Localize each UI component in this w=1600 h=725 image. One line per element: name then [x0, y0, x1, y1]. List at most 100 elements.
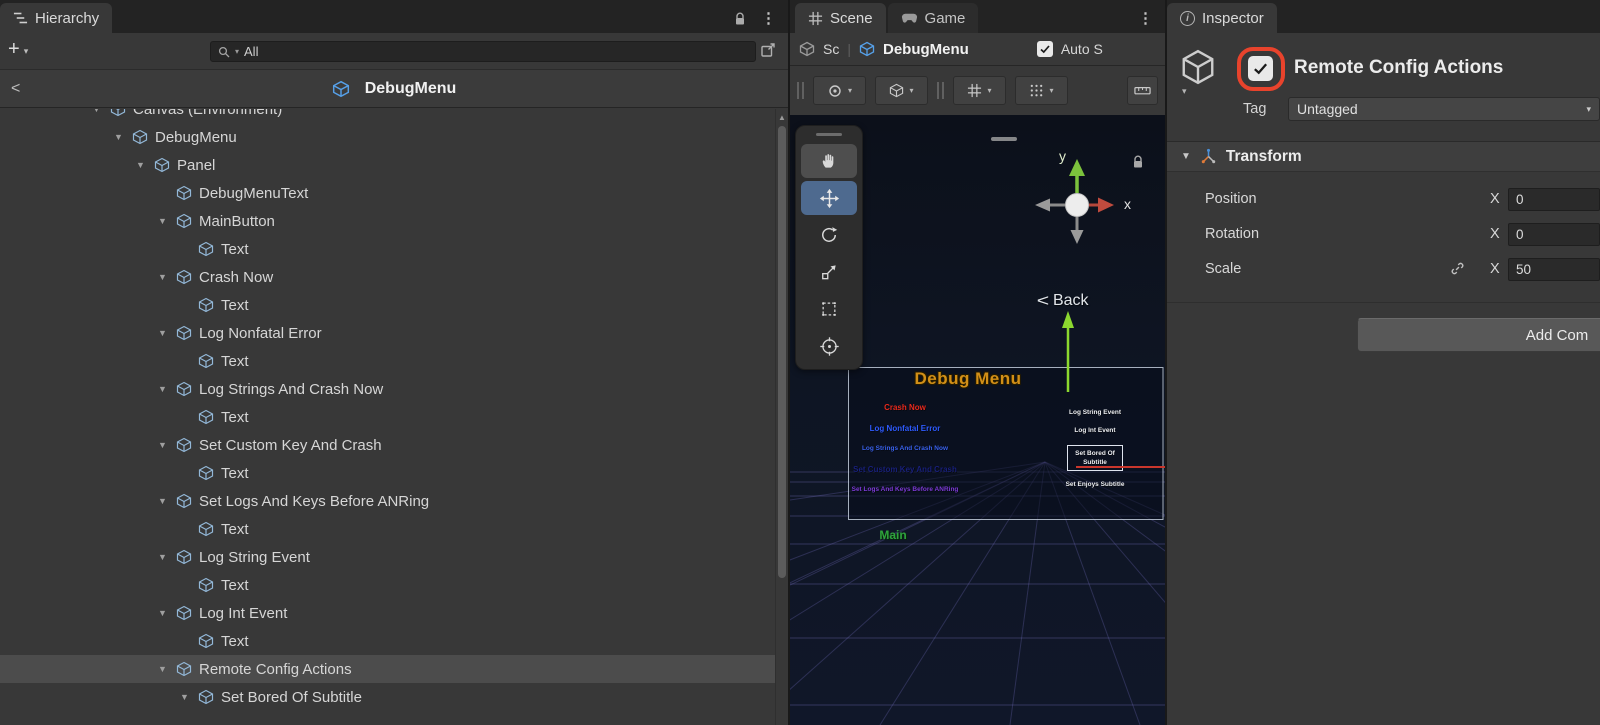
scene-back-text: < Back: [1038, 291, 1089, 311]
expand-arrow-icon[interactable]: ▼: [112, 132, 125, 142]
tree-row[interactable]: ▼ Crash Now: [0, 263, 775, 291]
tree-row[interactable]: ▼ Text: [0, 627, 775, 655]
tree-row[interactable]: ▼ Set Custom Key And Crash: [0, 431, 775, 459]
overlay-drag-handle[interactable]: [991, 137, 1017, 141]
tree-row[interactable]: ▼ MainButton: [0, 207, 775, 235]
expand-arrow-icon[interactable]: ▼: [156, 440, 169, 450]
axis-value-field[interactable]: 50: [1508, 258, 1600, 281]
pivot-icon: [827, 83, 843, 99]
tree-row[interactable]: ▼ Text: [0, 291, 775, 319]
expand-arrow-icon[interactable]: ▼: [178, 692, 191, 702]
popout-icon[interactable]: [760, 42, 776, 58]
view-hand-tool[interactable]: [801, 144, 857, 178]
gizmo-negx-cone[interactable]: [1035, 199, 1050, 212]
kebab-menu-icon[interactable]: ⋮: [1138, 11, 1153, 26]
tree-row[interactable]: ▼ DebugMenu: [0, 123, 775, 151]
scene-viewport[interactable]: Debug Menu Crash NowLog Nonfatal ErrorLo…: [790, 115, 1165, 725]
grid-visibility-button[interactable]: ▾: [953, 76, 1006, 105]
expand-arrow-icon[interactable]: ▼: [156, 552, 169, 562]
tab-game[interactable]: Game: [888, 3, 979, 33]
overlay-grip[interactable]: [816, 133, 842, 136]
tab-inspector[interactable]: i Inspector: [1167, 3, 1277, 33]
toolbar-grip-handle[interactable]: [797, 82, 804, 99]
expand-arrow-icon[interactable]: ▼: [156, 272, 169, 282]
expand-arrow-icon[interactable]: ▼: [156, 608, 169, 618]
scale-tool[interactable]: [801, 255, 857, 289]
tree-row[interactable]: ▼ Text: [0, 235, 775, 263]
tag-dropdown[interactable]: Untagged ▾: [1288, 97, 1600, 121]
tree-row[interactable]: ▼ Log String Event: [0, 543, 775, 571]
tree-row[interactable]: ▼ Log Nonfatal Error: [0, 319, 775, 347]
tab-scene[interactable]: Scene: [795, 3, 886, 33]
breadcrumb-current[interactable]: DebugMenu: [332, 80, 457, 98]
gizmo-y-cone[interactable]: [1069, 159, 1085, 176]
transform-tool[interactable]: [801, 329, 857, 363]
kebab-menu-icon[interactable]: ⋮: [761, 11, 776, 26]
gameobject-cube-icon: [198, 521, 214, 537]
tree-row[interactable]: ▼ DebugMenuText: [0, 179, 775, 207]
breadcrumb-back-chevron[interactable]: <: [11, 80, 20, 98]
scroll-up-arrow-icon[interactable]: ▲: [776, 109, 788, 122]
tree-row[interactable]: ▼ Set Bored Of Subtitle: [0, 683, 775, 711]
tree-row-label: Text: [221, 241, 249, 258]
tree-row[interactable]: ▼ Canvas (Environment): [0, 109, 775, 123]
tab-hierarchy[interactable]: Hierarchy: [0, 3, 112, 33]
tree-row[interactable]: ▼ Log Int Event: [0, 599, 775, 627]
tree-row[interactable]: ▼ Panel: [0, 151, 775, 179]
move-tool[interactable]: [801, 181, 857, 215]
tree-row[interactable]: ▼ Text: [0, 403, 775, 431]
grid-snapping-button[interactable]: ▾: [1015, 76, 1068, 105]
tree-row-label: Panel: [177, 157, 215, 174]
transform-component-header[interactable]: ▼ Transform: [1167, 141, 1600, 172]
expand-arrow-icon[interactable]: ▼: [90, 109, 103, 114]
expand-arrow-icon[interactable]: ▼: [156, 216, 169, 226]
axis-value-field[interactable]: 0: [1508, 223, 1600, 246]
orientation-gizmo[interactable]: y x: [1015, 143, 1145, 268]
gizmo-negy-cone[interactable]: [1071, 230, 1084, 244]
rect-tool[interactable]: [801, 292, 857, 326]
autosave-checkbox[interactable]: [1037, 41, 1053, 57]
search-input[interactable]: ▾ All: [210, 41, 756, 62]
handle-orientation-button[interactable]: ▾: [875, 76, 928, 105]
gizmo-lock-icon[interactable]: [1132, 155, 1144, 169]
tree-row[interactable]: ▼ Text: [0, 459, 775, 487]
scrollbar-thumb[interactable]: [778, 126, 786, 578]
hierarchy-scrollbar[interactable]: ▲: [775, 109, 788, 725]
expand-arrow-icon[interactable]: ▼: [156, 328, 169, 338]
tree-row[interactable]: ▼ Log Strings And Crash Now: [0, 375, 775, 403]
expand-arrow-icon[interactable]: ▼: [156, 496, 169, 506]
tree-row[interactable]: ▼ Text: [0, 571, 775, 599]
prefab-cube-icon: [332, 80, 350, 98]
pivot-mode-button[interactable]: ▾: [813, 76, 866, 105]
tree-row[interactable]: ▼ Text: [0, 347, 775, 375]
gameobject-name-title[interactable]: Remote Config Actions: [1294, 57, 1503, 79]
expand-arrow-icon[interactable]: ▼: [156, 664, 169, 674]
search-filter-caret-icon[interactable]: ▾: [235, 47, 239, 56]
axis-value-field[interactable]: 0: [1508, 188, 1600, 211]
measure-tool-button[interactable]: [1127, 76, 1158, 105]
axis-label: X: [1490, 261, 1500, 277]
search-value: All: [244, 44, 258, 59]
scene-crumb-label[interactable]: Sc: [823, 41, 839, 57]
tree-row[interactable]: ▼ Text: [0, 515, 775, 543]
rotate-tool[interactable]: [801, 218, 857, 252]
expand-arrow-icon[interactable]: ▼: [134, 160, 147, 170]
toolbar-grip-handle[interactable]: [937, 82, 944, 99]
expand-arrow-icon[interactable]: ▼: [156, 384, 169, 394]
gameobject-big-cube-icon[interactable]: [1179, 48, 1217, 86]
add-component-button[interactable]: Add Com: [1357, 318, 1600, 352]
lock-icon[interactable]: [734, 12, 746, 26]
tree-row[interactable]: ▼ Remote Config Actions: [0, 655, 775, 683]
tree-row[interactable]: ▼ Set Logs And Keys Before ANRing: [0, 487, 775, 515]
foldout-arrow-icon[interactable]: ▼: [1181, 151, 1191, 162]
tab-inspector-label: Inspector: [1202, 10, 1264, 27]
hierarchy-tab-strip: Hierarchy ⋮: [0, 0, 788, 33]
gizmo-center-ball[interactable]: [1066, 194, 1089, 217]
panel-divider[interactable]: [788, 0, 790, 725]
panel-divider[interactable]: [1165, 0, 1167, 725]
inspector-tab-strip: i Inspector: [1167, 0, 1600, 33]
prefab-name-label[interactable]: DebugMenu: [883, 41, 969, 58]
add-gameobject-button[interactable]: + ▾: [8, 39, 28, 59]
scale-link-icon[interactable]: [1450, 261, 1465, 276]
gizmo-x-cone[interactable]: [1098, 198, 1114, 213]
